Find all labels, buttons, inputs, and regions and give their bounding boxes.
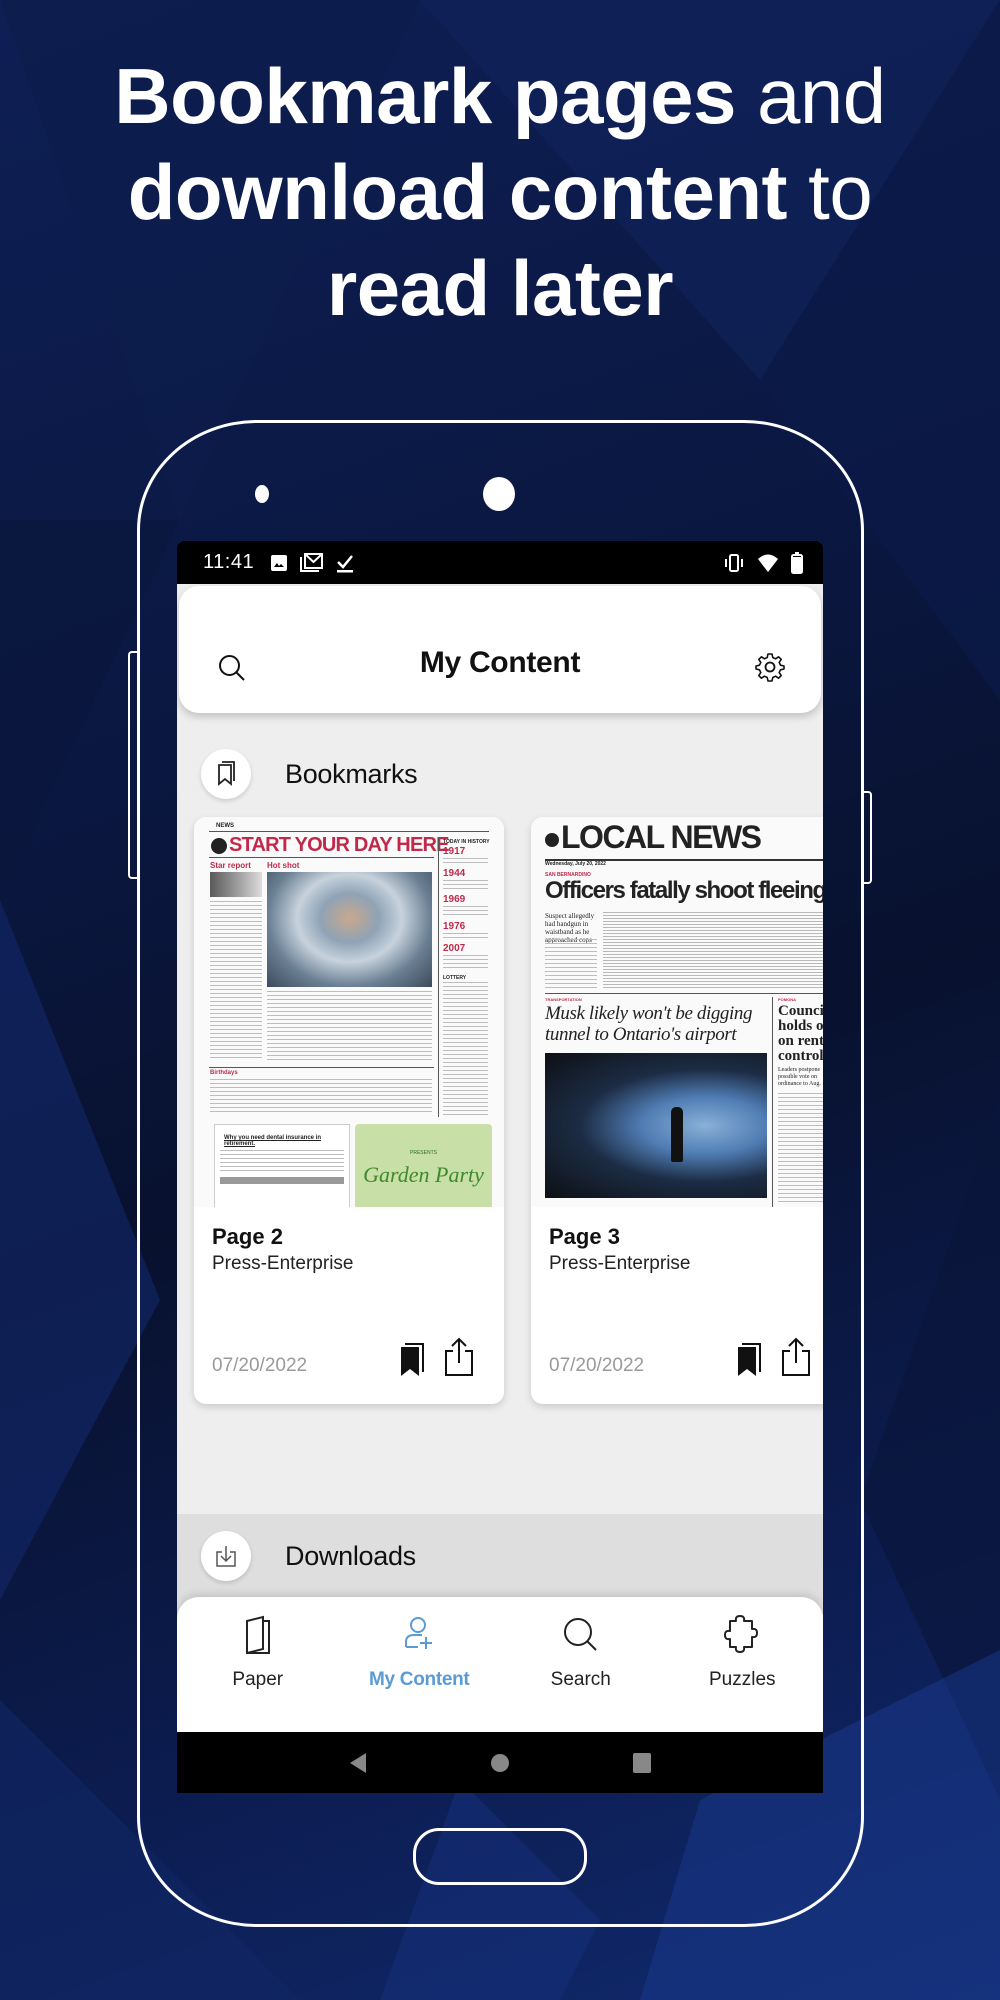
wifi-icon <box>758 554 778 572</box>
thumb-year: 1969 <box>443 894 466 905</box>
home-icon[interactable] <box>490 1753 510 1773</box>
promo-headline: Bookmark pages and download content to r… <box>0 48 1000 336</box>
bookmark-publication: Press-Enterprise <box>549 1253 691 1274</box>
nav-label: Puzzles <box>708 1669 776 1690</box>
nav-item-my-content[interactable]: My Content <box>339 1597 501 1732</box>
thumb-headline-council: Council holds off on rent control <box>778 1003 823 1064</box>
page-title: My Content <box>419 646 581 679</box>
thumb-photo-ride <box>267 872 432 987</box>
bookmark-date: 07/20/2022 <box>549 1355 645 1376</box>
bookmarks-section-header: Bookmarks <box>177 734 823 814</box>
bookmark-page-number: Page 3 <box>549 1224 620 1249</box>
top-app-bar: My Content <box>179 586 821 713</box>
bottom-navigation: Paper My Content Search Puzzles <box>177 1597 823 1732</box>
puzzle-icon <box>724 1615 759 1653</box>
thumb-section-label: NEWS <box>216 823 234 829</box>
phone-sensor-dot <box>255 485 269 503</box>
nav-item-search[interactable]: Search <box>500 1597 662 1732</box>
thumb-logo <box>211 838 227 854</box>
bookmarks-icon <box>218 761 235 786</box>
phone-home-button <box>413 1828 587 1885</box>
headline-line1-regular: and <box>735 52 886 140</box>
recents-icon[interactable] <box>632 1752 652 1774</box>
thumb-ad-garden-title: Garden Party <box>363 1162 484 1187</box>
headline-line2-regular: to <box>787 148 873 236</box>
system-navigation-bar <box>177 1732 823 1793</box>
bookmark-page-number: Page 2 <box>212 1224 283 1249</box>
thumb-deck: Leaders postpone possible vote on ordina… <box>778 1067 821 1087</box>
thumb-ad-garden-sub: PRESENTS <box>410 1150 437 1156</box>
bookmark-publication: Press-Enterprise <box>212 1253 354 1274</box>
thumb-photo-figure <box>671 1107 683 1162</box>
status-bar: 11:41 <box>177 541 823 584</box>
thumb-col2-head: Hot shot <box>267 861 300 870</box>
vibrate-icon <box>725 553 743 572</box>
gear-icon[interactable] <box>755 652 785 682</box>
thumb-dateline: Wednesday, July 20, 2022 <box>545 861 606 867</box>
thumb-section-label: LOCAL NEWS <box>561 819 762 855</box>
thumb-headline-musk: Musk likely won't be digging tunnel to O… <box>545 1003 753 1045</box>
nav-label: Paper <box>232 1669 284 1690</box>
image-icon <box>271 554 288 571</box>
my-content-icon <box>405 1617 433 1649</box>
phone-power-button <box>862 791 872 884</box>
thumb-ad-dental-title: Why you need dental insurance in retirem… <box>224 1135 322 1147</box>
page-thumbnail[interactable]: NEWS START YOUR DAY HERE Star report Hot… <box>194 817 504 1207</box>
thumb-photo-couple <box>210 872 262 897</box>
download-done-icon <box>337 554 354 572</box>
thumb-kicker: POMONA <box>778 997 796 1002</box>
my-content-screen: My Content Bookmarks NEWS START YOUR DAY… <box>177 584 823 1732</box>
status-time: 11:41 <box>203 551 255 573</box>
thumb-logo <box>545 833 559 847</box>
search-icon <box>563 1618 597 1651</box>
nav-label: My Content <box>369 1669 470 1690</box>
thumb-col1-head: Star report <box>210 861 251 870</box>
thumb-ad-bar <box>220 1177 344 1184</box>
share-icon[interactable] <box>780 1337 812 1377</box>
thumb-birthdays-head: Birthdays <box>210 1070 238 1076</box>
nav-item-puzzles[interactable]: Puzzles <box>662 1597 824 1732</box>
download-icon <box>216 1546 236 1567</box>
bookmarks-section-title: Bookmarks <box>285 758 418 789</box>
thumb-headline-main: Officers fatally shoot fleeing man <box>545 877 823 904</box>
bookmarks-section-icon-badge <box>201 749 251 799</box>
downloads-section-icon-badge <box>201 1531 251 1581</box>
phone-camera-dot <box>483 477 515 511</box>
gmail-icon <box>300 552 324 572</box>
nav-item-paper[interactable]: Paper <box>177 1597 339 1732</box>
back-icon[interactable] <box>348 1751 368 1775</box>
thumb-banner: START YOUR DAY HERE <box>229 834 449 856</box>
thumb-lottery-head: LOTTERY <box>443 975 467 981</box>
headline-line3-bold: read later <box>326 244 674 332</box>
phone-screen: 11:41 My Content Bookmarks NEWS START YO… <box>177 541 823 1793</box>
thumb-col3-head: TODAY IN HISTORY <box>443 839 490 845</box>
thumb-year: 2007 <box>443 943 466 954</box>
thumb-photo-tunnel <box>545 1053 767 1198</box>
share-icon[interactable] <box>443 1337 475 1377</box>
bookmark-card[interactable]: LOCAL NEWS Wednesday, July 20, 2022 SAN … <box>531 817 823 1404</box>
thumb-year: 1976 <box>443 921 466 932</box>
bookmark-card[interactable]: NEWS START YOUR DAY HERE Star report Hot… <box>194 817 504 1404</box>
bookmark-filled-icon[interactable] <box>399 1342 425 1378</box>
thumb-year: 1917 <box>443 846 466 857</box>
nav-label: Search <box>550 1669 611 1690</box>
downloads-section-title: Downloads <box>285 1540 416 1571</box>
bookmark-date: 07/20/2022 <box>212 1355 308 1376</box>
headline-line2-bold: download content <box>127 148 788 236</box>
thumb-kicker: TRANSPORTATION <box>545 997 582 1002</box>
page-thumbnail[interactable]: LOCAL NEWS Wednesday, July 20, 2022 SAN … <box>531 817 823 1207</box>
phone-volume-button <box>128 651 138 879</box>
headline-line1-bold: Bookmark pages <box>114 52 736 140</box>
downloads-section-header: Downloads <box>177 1516 823 1596</box>
bookmark-filled-icon[interactable] <box>736 1342 762 1378</box>
battery-icon <box>791 551 803 574</box>
thumb-year: 1944 <box>443 868 466 879</box>
paper-icon <box>245 1615 270 1655</box>
